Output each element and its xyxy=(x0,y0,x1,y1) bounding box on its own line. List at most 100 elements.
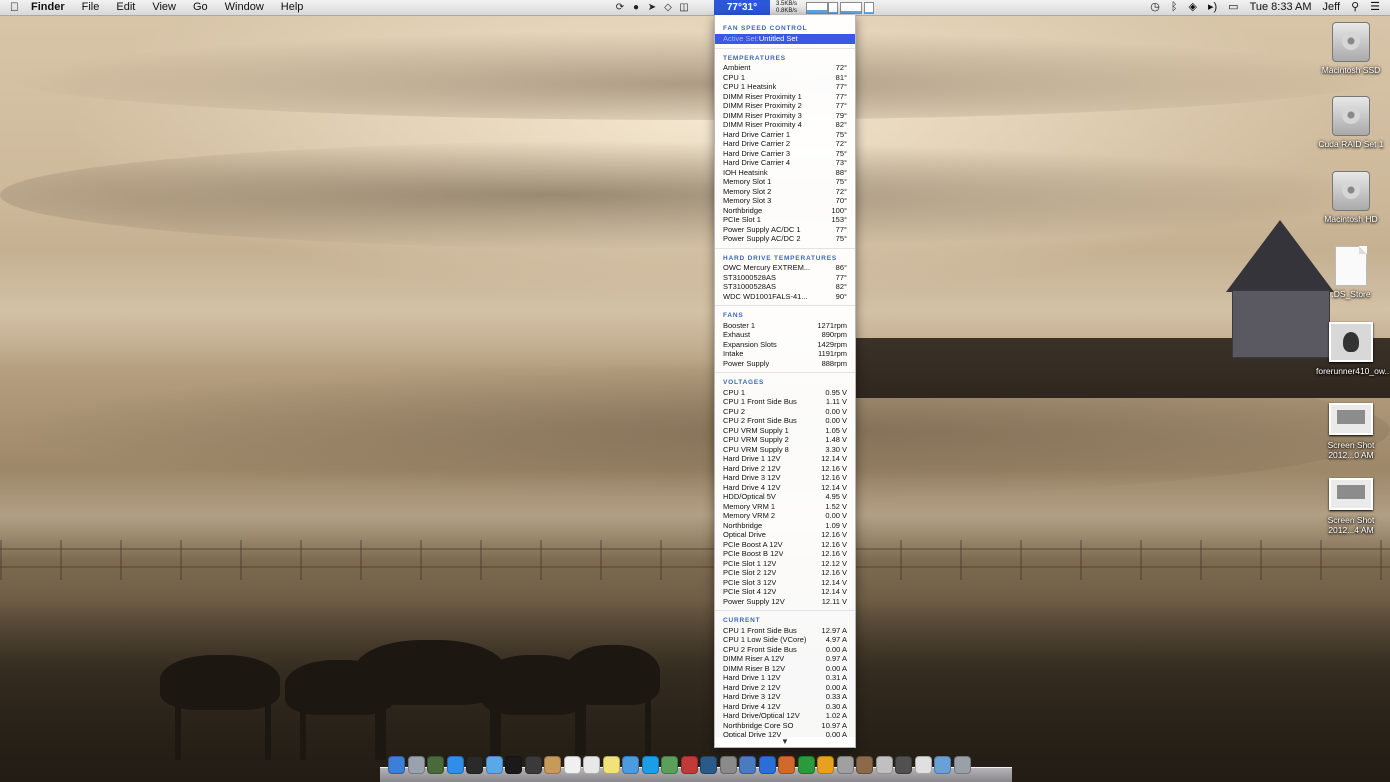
sensor-row[interactable]: DIMM Riser Proximity 1 77° xyxy=(715,92,855,102)
sensor-row[interactable]: IOH Heatsink 88° xyxy=(715,168,855,178)
dropbox-icon[interactable]: ◇ xyxy=(660,0,676,15)
sensor-row[interactable]: Power Supply 12V 12.11 V xyxy=(715,597,855,607)
sensor-row[interactable]: Northbridge Core SO 10.97 A xyxy=(715,721,855,731)
sensor-row[interactable]: Hard Drive 4 12V 0.30 A xyxy=(715,702,855,712)
sensor-row[interactable]: Hard Drive 2 12V 12.16 V xyxy=(715,464,855,474)
sensor-row[interactable]: CPU 1 Heatsink 77° xyxy=(715,82,855,92)
reminders-icon[interactable] xyxy=(583,756,600,774)
facetime-icon[interactable] xyxy=(524,756,542,774)
automator-icon[interactable] xyxy=(856,756,873,774)
documents-icon[interactable] xyxy=(914,756,932,774)
sensor-row[interactable]: Memory Slot 2 72° xyxy=(715,187,855,197)
memory-meter[interactable] xyxy=(828,2,838,14)
sensor-row[interactable]: Hard Drive/Optical 12V 1.02 A xyxy=(715,711,855,721)
sensor-row[interactable]: CPU 2 Front Side Bus 0.00 A xyxy=(715,645,855,655)
sensor-row[interactable]: Hard Drive Carrier 1 75° xyxy=(715,130,855,140)
contacts-icon[interactable] xyxy=(544,756,561,774)
desktop-icon-forerunner[interactable]: forerunner410_ow...al_en xyxy=(1316,322,1390,376)
sensor-row[interactable]: Intake 1191rpm xyxy=(715,349,855,359)
bluetooth-icon[interactable]: ᛒ xyxy=(1171,0,1178,15)
sensor-row[interactable]: Hard Drive Carrier 2 72° xyxy=(715,139,855,149)
sensor-row[interactable]: CPU 1 Front Side Bus 1.11 V xyxy=(715,397,855,407)
trash-icon[interactable] xyxy=(953,756,971,774)
sensor-row[interactable]: CPU 1 81° xyxy=(715,73,855,83)
desktop-icon-cuda-raid[interactable]: Cuda RAID Set 1 xyxy=(1316,96,1386,149)
scroll-down-arrow[interactable]: ▼ xyxy=(715,737,855,747)
sensor-row[interactable]: Northbridge 100° xyxy=(715,206,855,216)
system-prefs-icon[interactable] xyxy=(719,756,737,774)
sensor-row[interactable]: PCIe Slot 2 12V 12.16 V xyxy=(715,568,855,578)
menu-view[interactable]: View xyxy=(152,0,176,15)
sensor-row[interactable]: Memory Slot 3 70° xyxy=(715,196,855,206)
photoshop-icon[interactable] xyxy=(700,756,717,774)
sensor-row[interactable]: Hard Drive 2 12V 0.00 A xyxy=(715,683,855,693)
desktop-icon-macintosh-hd[interactable]: Macintosh HD xyxy=(1316,171,1386,224)
sensor-row[interactable]: DIMM Riser Proximity 2 77° xyxy=(715,101,855,111)
safari-icon[interactable] xyxy=(485,756,503,774)
apple-icon[interactable]:  xyxy=(10,0,19,15)
sensor-row[interactable]: CPU 1 Low Side (VCore) 4.97 A xyxy=(715,635,855,645)
sensor-row[interactable]: WDC WD1001FALS-41... 90° xyxy=(715,292,855,302)
menu-file[interactable]: File xyxy=(82,0,100,15)
menu-app-finder[interactable]: Finder xyxy=(31,0,65,15)
time-machine-icon[interactable]: ◷ xyxy=(1150,0,1160,15)
sensor-row[interactable]: Memory VRM 1 1.52 V xyxy=(715,502,855,512)
sensor-row[interactable]: CPU 1 Front Side Bus 12.97 A xyxy=(715,626,855,636)
sensor-row[interactable]: CPU 2 0.00 V xyxy=(715,407,855,417)
sensor-row[interactable]: Northbridge 1.09 V xyxy=(715,521,855,531)
sensor-row[interactable]: HDD/Optical 5V 4.95 V xyxy=(715,492,855,502)
skype-icon[interactable] xyxy=(641,756,659,774)
word-icon[interactable] xyxy=(758,756,776,774)
sensor-row[interactable]: Hard Drive 3 12V 0.33 A xyxy=(715,692,855,702)
launch-icon[interactable]: ➤ xyxy=(644,0,660,15)
outlook-icon[interactable] xyxy=(817,756,834,774)
calendar-icon[interactable] xyxy=(563,756,581,774)
sensor-row[interactable]: CPU 1 0.95 V xyxy=(715,388,855,398)
launchpad-icon[interactable] xyxy=(407,756,425,774)
sensor-row[interactable]: PCIe Boost A 12V 12.16 V xyxy=(715,540,855,550)
battery-icon[interactable]: ▭ xyxy=(1228,0,1238,15)
utilities-icon[interactable] xyxy=(836,756,854,774)
network-meter[interactable] xyxy=(864,2,874,14)
menu-go[interactable]: Go xyxy=(193,0,208,15)
mail-icon[interactable] xyxy=(875,756,893,774)
menu-edit[interactable]: Edit xyxy=(116,0,135,15)
wifi-icon[interactable]: ◈ xyxy=(1189,0,1197,15)
sensor-row[interactable]: Booster 1 1271rpm xyxy=(715,321,855,331)
sensor-row[interactable]: Exhaust 890rpm xyxy=(715,330,855,340)
sensor-row[interactable]: Ambient 72° xyxy=(715,63,855,73)
sensor-row[interactable]: Expansion Slots 1429rpm xyxy=(715,340,855,350)
dashboard-icon[interactable] xyxy=(466,756,483,774)
sensor-row[interactable]: ST31000528AS 82° xyxy=(715,282,855,292)
sensor-row[interactable]: Memory Slot 1 75° xyxy=(715,177,855,187)
menu-help[interactable]: Help xyxy=(281,0,304,15)
notes-icon[interactable] xyxy=(602,756,620,774)
sensor-row[interactable]: CPU VRM Supply 8 3.30 V xyxy=(715,445,855,455)
sensor-row[interactable]: DIMM Riser A 12V 0.97 A xyxy=(715,654,855,664)
desktop-icon-ds-store[interactable]: .DS_Store xyxy=(1316,246,1386,299)
sensor-row[interactable]: Memory VRM 2 0.00 V xyxy=(715,511,855,521)
sensor-row[interactable]: DIMM Riser Proximity 4 82° xyxy=(715,120,855,130)
evernote-icon[interactable]: ● xyxy=(628,0,644,15)
sensor-row[interactable]: Hard Drive 1 12V 0.31 A xyxy=(715,673,855,683)
sensor-row[interactable]: Power Supply AC/DC 1 77° xyxy=(715,225,855,235)
sensor-row[interactable]: PCIe Slot 3 12V 12.14 V xyxy=(715,578,855,588)
sensor-row[interactable]: Optical Drive 12.16 V xyxy=(715,530,855,540)
sensor-row[interactable]: Hard Drive 4 12V 12.14 V xyxy=(715,483,855,493)
sensor-row[interactable]: PCIe Slot 4 12V 12.14 V xyxy=(715,587,855,597)
sensor-row[interactable]: Power Supply 888rpm xyxy=(715,359,855,369)
istat-icon[interactable] xyxy=(895,756,912,774)
sensor-row[interactable]: PCIe Slot 1 153° xyxy=(715,215,855,225)
mission-control-icon[interactable] xyxy=(427,756,444,774)
disk-meter[interactable] xyxy=(840,2,862,14)
excel-icon[interactable] xyxy=(797,756,815,774)
sensor-row[interactable]: CPU VRM Supply 2 1.48 V xyxy=(715,435,855,445)
powerpoint-icon[interactable] xyxy=(778,756,795,774)
sensor-row[interactable]: Hard Drive Carrier 3 75° xyxy=(715,149,855,159)
sensor-row[interactable]: Power Supply AC/DC 2 75° xyxy=(715,234,855,244)
cpu-meter[interactable] xyxy=(806,2,828,14)
notification-center-icon[interactable]: ☰ xyxy=(1370,0,1380,15)
itunes-icon[interactable] xyxy=(622,756,639,774)
downloads-icon[interactable] xyxy=(934,756,951,774)
sensor-row[interactable]: DIMM Riser B 12V 0.00 A xyxy=(715,664,855,674)
